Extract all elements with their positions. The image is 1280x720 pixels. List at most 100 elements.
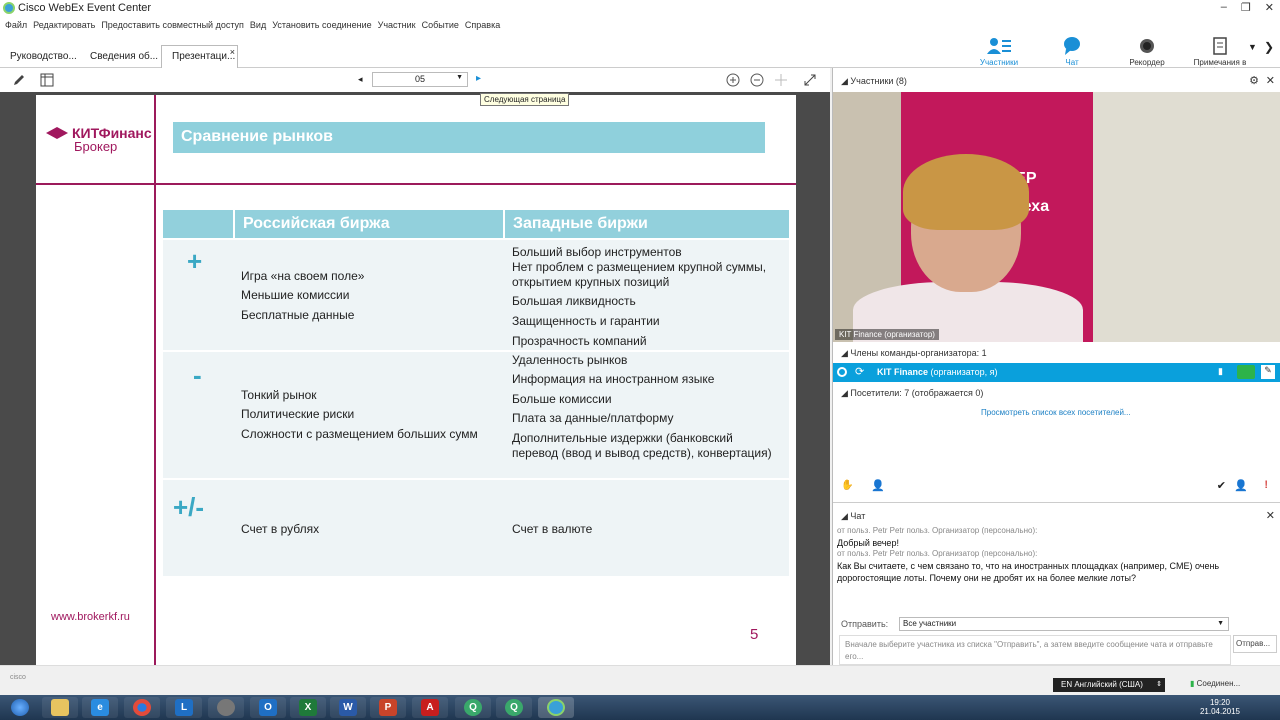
tab-guide[interactable]: Руководство... (0, 46, 87, 68)
recorder-label: Рекордер (1129, 58, 1165, 67)
previous-page-icon[interactable]: ◂ (358, 74, 363, 85)
row-sign-plus-minus: +/- (173, 492, 205, 522)
menu-edit[interactable]: Редактировать (32, 16, 100, 34)
cisco-logo: cisco (10, 674, 26, 681)
slide-vertical-divider (154, 95, 156, 665)
chat-message: Добрый вечер! (837, 538, 899, 548)
tab-presentation[interactable]: Презентаци... × (161, 45, 238, 69)
taskbar-chrome[interactable] (124, 697, 160, 718)
send-to-select[interactable]: Все участники ▼ (899, 617, 1229, 631)
annotate-pen-icon[interactable] (12, 73, 26, 87)
language-selector[interactable]: EN Английский (США) ⇕ (1053, 678, 1165, 692)
participants-button[interactable]: Участники (964, 36, 1034, 67)
presentation-viewer: КИТФинанс Брокер Сравнение рынков Россий… (0, 92, 830, 665)
recorder-button[interactable]: Рекордер (1112, 36, 1182, 67)
minimize-button[interactable]: – (1221, 1, 1227, 14)
assign-presenter-icon[interactable]: 👤 (871, 479, 885, 492)
view-all-attendees-link[interactable]: Просмотреть список всех посетителей... (981, 408, 1131, 417)
clock-time: 19:20 (1209, 698, 1230, 707)
outlook-icon: O (259, 699, 277, 716)
taskbar-powerpoint[interactable]: P (370, 697, 406, 718)
taskbar-explorer[interactable] (42, 697, 78, 718)
menu-connect[interactable]: Установить соединение (271, 16, 376, 34)
send-button[interactable]: Отправ... (1233, 635, 1277, 653)
slide-url: www.brokerkf.ru (51, 611, 130, 623)
fullscreen-icon[interactable] (803, 73, 817, 87)
status-icon (837, 367, 847, 377)
menu-event[interactable]: Событие (421, 16, 464, 34)
menu-participant[interactable]: Участник (377, 16, 421, 34)
table-header-empty (163, 210, 233, 238)
page-selector[interactable]: 05 ▼ (372, 72, 468, 87)
taskbar-quik2[interactable]: Q (496, 697, 532, 718)
menu-view[interactable]: Вид (249, 16, 271, 34)
menu-share[interactable]: Предоставить совместный доступ (100, 16, 249, 34)
notes-icon (1213, 37, 1227, 55)
taskbar-media[interactable] (208, 697, 244, 718)
participant-row-host[interactable]: ⟳ KIT Finance (организатор, я) ▮ ✎ (833, 363, 1280, 382)
table-header-western: Западные биржи (505, 210, 789, 238)
gear-icon[interactable]: ⚙ (1249, 74, 1259, 87)
taskbar-ie[interactable]: e (82, 697, 118, 718)
window-title-bar: Cisco WebEx Event Center – ❐ ✕ (0, 0, 1280, 16)
slide-horizontal-divider (36, 183, 796, 185)
feedback-icon[interactable]: ✔ (1217, 479, 1226, 492)
taskbar-excel[interactable]: X (290, 697, 326, 718)
table-row-plus: + Игра «на своем поле» Меньшие комиссии … (163, 240, 789, 350)
participants-header-label: Участники (8) (850, 76, 907, 86)
russian-item: Счет в рублях (241, 522, 320, 536)
western-item: Счет в валюте (512, 522, 593, 536)
attendees-header[interactable]: ◢ Посетители: 7 (отображается 0) (841, 388, 983, 399)
maximize-button[interactable]: ❐ (1241, 1, 1251, 14)
taskbar-webex[interactable] (538, 697, 574, 718)
start-button[interactable] (2, 697, 38, 718)
host-name: KIT Finance (877, 367, 929, 377)
next-page-tooltip: Следующая страница (480, 93, 570, 106)
tab-event-info[interactable]: Сведения об... (80, 46, 168, 68)
taskbar-word[interactable]: W (330, 697, 366, 718)
participants-header[interactable]: ◢ Участники (8) ⚙ ✕ (833, 70, 1280, 92)
tab-row: Руководство... Сведения об... Презентаци… (0, 34, 1280, 76)
next-page-icon[interactable]: ▸ (476, 73, 481, 84)
tab-presentation-label: Презентаци... (172, 51, 236, 62)
video-camera-icon[interactable] (1237, 365, 1255, 379)
more-dropdown-icon[interactable]: ▼ (1248, 42, 1257, 52)
microphone-icon[interactable]: ✎ (1261, 365, 1275, 379)
taskbar-outlook[interactable]: O (250, 697, 286, 718)
menu-help[interactable]: Справка (464, 16, 505, 34)
menu-file[interactable]: Файл (4, 16, 32, 34)
close-icon[interactable]: ✕ (1266, 509, 1275, 522)
alert-icon[interactable]: ! (1264, 479, 1268, 491)
zoom-in-icon[interactable] (726, 73, 740, 87)
taskbar-lync[interactable]: L (166, 697, 202, 718)
clock-date: 21.04.2015 (1199, 707, 1240, 716)
slide-title: Сравнение рынков (173, 122, 765, 153)
russian-item: Политические риски (241, 407, 355, 421)
russian-item: Сложности с размещением больших сумм (241, 427, 478, 441)
close-icon[interactable]: ✕ (1266, 74, 1275, 87)
western-item: Больший выбор инструментов (512, 245, 682, 259)
raise-hand-icon[interactable]: ✋ (841, 480, 853, 491)
chat-button[interactable]: Чат (1037, 36, 1107, 67)
internet-explorer-icon: e (91, 699, 109, 716)
collapse-panel-icon[interactable]: ❯ (1264, 40, 1274, 54)
close-window-button[interactable]: ✕ (1265, 1, 1274, 14)
host-group-header[interactable]: ◢ Члены команды-организатора: 1 (841, 348, 987, 359)
taskbar-clock[interactable]: 19:20 21.04.2015 (1200, 698, 1240, 716)
logo-mark-icon (46, 127, 68, 139)
western-item: Дополнительные издержки (банковский пере… (512, 431, 772, 460)
thumbnails-icon[interactable] (40, 73, 54, 87)
chat-header-label: Чат (850, 511, 866, 521)
document-toolbar: ◂ 05 ▼ ▸ (0, 68, 830, 92)
taskbar-quik1[interactable]: Q (455, 697, 491, 718)
row-sign-minus: - (193, 360, 202, 390)
windows-start-icon (11, 699, 29, 716)
russian-item: Меньшие комиссии (241, 288, 350, 302)
close-tab-icon[interactable]: × (230, 47, 235, 57)
invite-icon[interactable]: 👤 (1234, 479, 1248, 492)
chat-input[interactable]: Вначале выберите участника из списка "От… (839, 635, 1231, 665)
zoom-out-icon[interactable] (750, 73, 764, 87)
chat-header[interactable]: ◢ Чат ✕ (833, 505, 1280, 527)
taskbar-acrobat[interactable]: A (412, 697, 448, 718)
fit-icon[interactable] (774, 73, 788, 87)
